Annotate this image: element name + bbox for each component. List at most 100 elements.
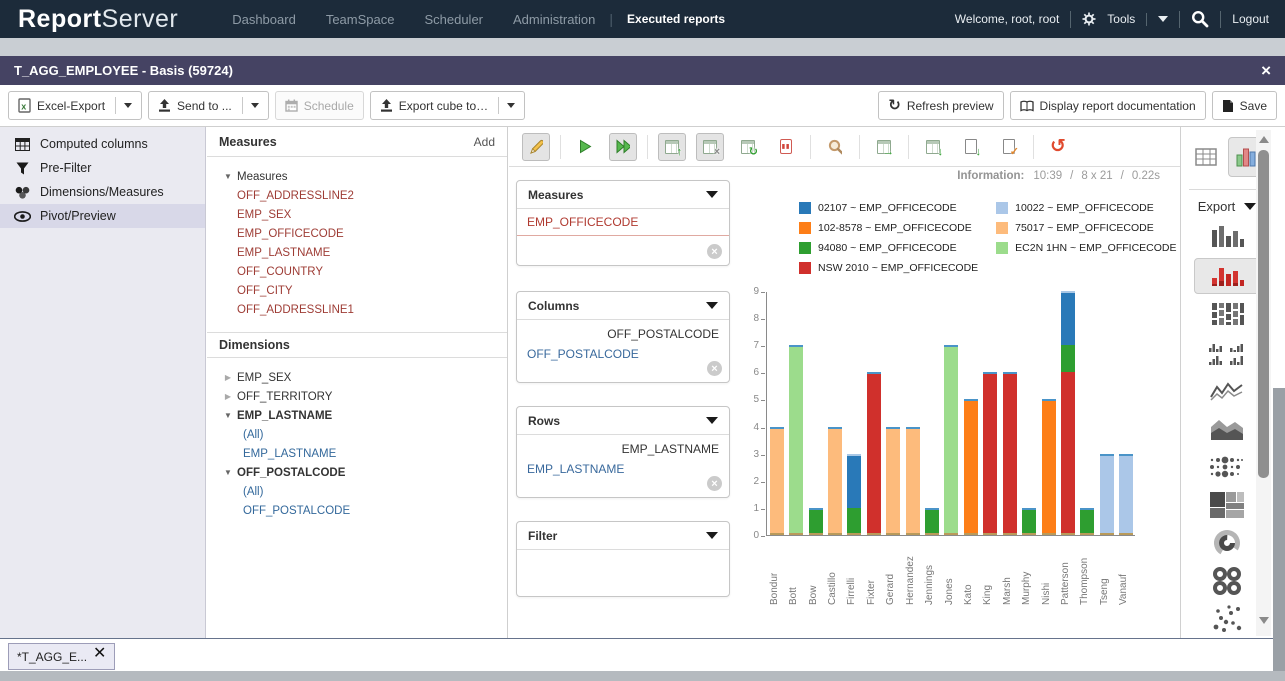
tab-close-icon[interactable]: ✕ (93, 646, 106, 662)
scrollbar-thumb[interactable] (1258, 150, 1269, 478)
validate-button[interactable]: ✓ (995, 133, 1023, 161)
measures-root-node[interactable]: ▼Measures (207, 167, 507, 186)
excel-export-button[interactable]: x Excel-Export (8, 91, 142, 120)
chevron-down-icon[interactable] (706, 191, 718, 198)
nav-teamspace[interactable]: TeamSpace (326, 12, 395, 27)
svg-text:x: x (21, 102, 26, 112)
nav-administration[interactable]: Administration (513, 12, 595, 27)
remove-icon[interactable]: × (707, 476, 722, 491)
chevron-down-icon[interactable] (706, 417, 718, 424)
refresh-preview-button[interactable]: ↻ Refresh preview (878, 91, 1003, 120)
remove-icon[interactable]: × (707, 361, 722, 376)
chart-type-donuts[interactable] (1194, 562, 1260, 600)
chevron-down-icon[interactable] (124, 103, 132, 108)
sidebar-item-pivot-preview[interactable]: Pivot/Preview (0, 204, 205, 228)
mdx-button[interactable]: ▮▮ (772, 133, 800, 161)
dropzone-item-off-postalcode[interactable]: OFF_POSTALCODE (517, 343, 729, 365)
search-icon[interactable] (1191, 10, 1209, 28)
logout-link[interactable]: Logout (1232, 12, 1269, 26)
chart-type-dot-grid[interactable] (1194, 448, 1260, 486)
chart-type-treemap[interactable] (1194, 486, 1260, 524)
tools-menu[interactable]: Tools (1107, 12, 1135, 26)
reset-button[interactable]: ↺ (1044, 133, 1072, 161)
nav-dashboard[interactable]: Dashboard (232, 12, 296, 27)
close-icon[interactable]: × (1261, 61, 1271, 81)
measures-dropzone-header[interactable]: Measures (517, 181, 729, 209)
chart-type-scatter[interactable] (1194, 600, 1260, 638)
table-view-button[interactable] (1191, 142, 1221, 172)
tree-collapsed-icon[interactable]: ▶ (223, 373, 233, 382)
measure-field-emp-sex[interactable]: EMP_SEX (207, 205, 507, 224)
save-button[interactable]: Save (1212, 91, 1277, 120)
columns-dropzone-header[interactable]: Columns (517, 292, 729, 320)
filter-dropzone-header[interactable]: Filter (517, 522, 729, 550)
chart-type-line[interactable] (1194, 372, 1260, 410)
drill-through-button[interactable]: → (870, 133, 898, 161)
chart-type-stacked-bar[interactable] (1194, 258, 1260, 294)
x-axis-label-murphy: Murphy (1021, 543, 1032, 605)
zoom-button[interactable] (821, 133, 849, 161)
hide-spans-button[interactable]: × (696, 133, 724, 161)
tree-expanded-icon[interactable]: ▼ (223, 468, 233, 477)
dimension-level-off-postalcode-all-[interactable]: (All) (207, 482, 507, 501)
measure-field-off-country[interactable]: OFF_COUNTRY (207, 262, 507, 281)
bar-thompson (1080, 508, 1094, 535)
chart-type-stacked-column[interactable] (1194, 296, 1260, 334)
run-query-button[interactable] (571, 133, 599, 161)
dimension-level-off-postalcode-off-postalcode[interactable]: OFF_POSTALCODE (207, 501, 507, 520)
chart-type-bar[interactable] (1194, 218, 1260, 256)
rows-dropzone-header[interactable]: Rows (517, 407, 729, 435)
sidebar-item-dimensions-measures[interactable]: Dimensions/Measures (0, 180, 205, 204)
measure-field-off-city[interactable]: OFF_CITY (207, 281, 507, 300)
y-axis-tick-label: 6 (737, 367, 759, 378)
sidebar-item-pre-filter[interactable]: Pre-Filter (0, 156, 205, 180)
send-to-button[interactable]: Send to ... (148, 91, 269, 120)
scroll-down-icon[interactable] (1259, 617, 1269, 624)
chevron-down-icon[interactable] (706, 302, 718, 309)
chevron-down-icon[interactable] (1158, 16, 1168, 22)
dimension-level-emp-lastname-emp-lastname[interactable]: EMP_LASTNAME (207, 444, 507, 463)
swap-axes-button[interactable]: ↻ (734, 133, 762, 161)
dimension-level-emp-lastname-all-[interactable]: (All) (207, 425, 507, 444)
nav-executed-reports[interactable]: Executed reports (627, 12, 725, 26)
nav-scheduler[interactable]: Scheduler (424, 12, 483, 27)
measure-field-off-addressline1[interactable]: OFF_ADDRESSLINE1 (207, 300, 507, 319)
show-parents-button[interactable]: ↑ (658, 133, 686, 161)
measure-field-off-addressline2[interactable]: OFF_ADDRESSLINE2 (207, 186, 507, 205)
dimension-node-emp-sex[interactable]: ▶EMP_SEX (207, 368, 507, 387)
chevron-down-icon[interactable] (507, 103, 515, 108)
dropzone-item-emp-officecode[interactable]: EMP_OFFICECODE (517, 209, 729, 236)
measure-field-emp-lastname[interactable]: EMP_LASTNAME (207, 243, 507, 262)
display-documentation-button[interactable]: Display report documentation (1010, 91, 1206, 120)
chart-type-radial[interactable] (1194, 524, 1260, 562)
export-cube-button[interactable]: Export cube to… (370, 91, 525, 120)
tree-expanded-icon[interactable]: ▼ (223, 172, 233, 181)
schedule-button[interactable]: Schedule (275, 91, 364, 120)
dimension-node-emp-lastname[interactable]: ▼EMP_LASTNAME (207, 406, 507, 425)
measure-field-emp-officecode[interactable]: EMP_OFFICECODE (207, 224, 507, 243)
window-edge-scrollbar[interactable] (1273, 127, 1285, 671)
dropzone-item-emp-lastname[interactable]: EMP_LASTNAME (517, 458, 729, 480)
tree-expanded-icon[interactable]: ▼ (223, 411, 233, 420)
dimension-node-off-territory[interactable]: ▶OFF_TERRITORY (207, 387, 507, 406)
app-logo[interactable]: ReportServer (18, 5, 178, 34)
sidebar-item-computed-columns[interactable]: Computed columns (0, 132, 205, 156)
remove-icon[interactable]: × (707, 244, 722, 259)
report-tab[interactable]: *T_AGG_E... ✕ (8, 643, 115, 670)
export-table-button[interactable]: ↓ (919, 133, 947, 161)
dimension-node-off-postalcode[interactable]: ▼OFF_POSTALCODE (207, 463, 507, 482)
export-file-button[interactable]: ↓ (957, 133, 985, 161)
chart-type-small-multiples[interactable] (1194, 334, 1260, 372)
divider (115, 97, 116, 114)
chevron-down-icon[interactable] (251, 103, 259, 108)
bar-castillo (828, 427, 842, 535)
add-measure-button[interactable]: Add (474, 135, 495, 149)
chevron-down-icon[interactable] (706, 532, 718, 539)
tree-collapsed-icon[interactable]: ▶ (223, 392, 233, 401)
edit-pencil-button[interactable] (522, 133, 550, 161)
scroll-up-icon[interactable] (1259, 136, 1269, 143)
chart-type-area[interactable] (1194, 410, 1260, 448)
bar-bott (789, 345, 803, 535)
x-axis-label-tseng: Tseng (1099, 543, 1110, 605)
auto-run-button[interactable] (609, 133, 637, 161)
